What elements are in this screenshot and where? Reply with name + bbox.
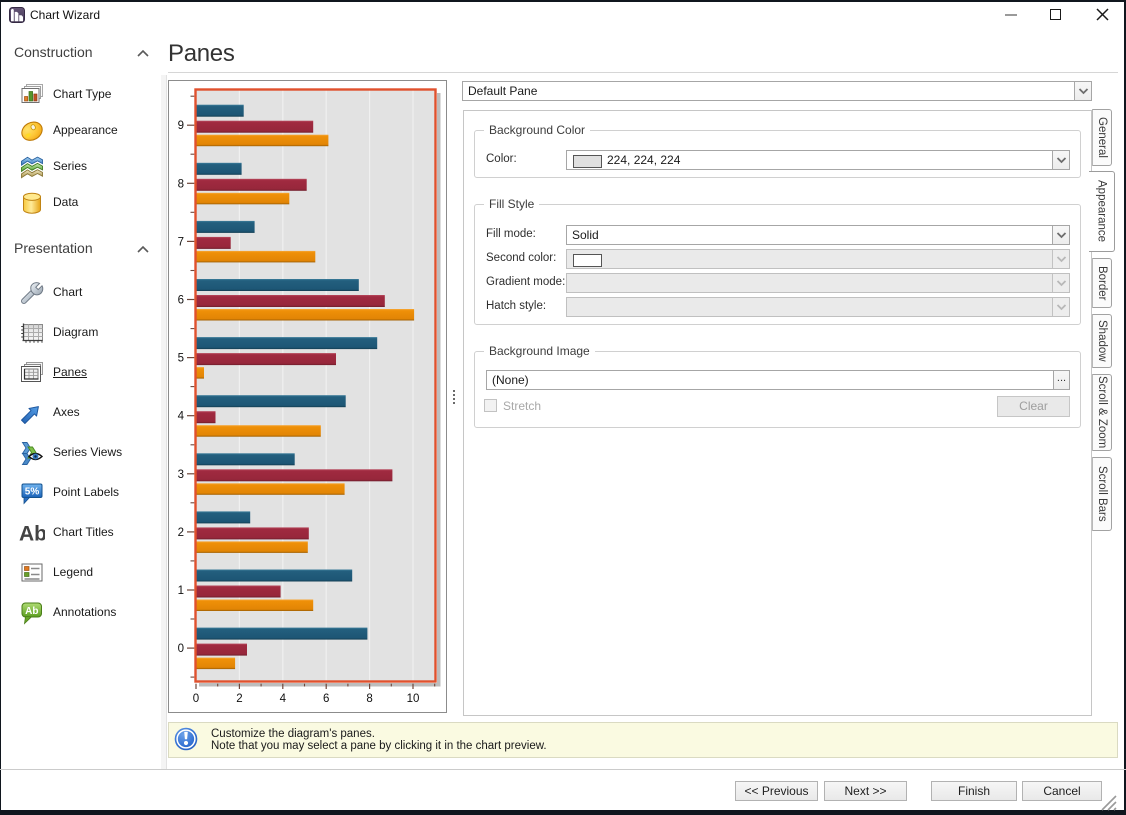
svg-text:1: 1 bbox=[178, 585, 184, 597]
svg-text:2: 2 bbox=[236, 693, 242, 705]
svg-text:0: 0 bbox=[178, 643, 184, 655]
svg-text:2: 2 bbox=[178, 527, 184, 539]
svg-text:8: 8 bbox=[178, 178, 184, 190]
svg-text:6: 6 bbox=[323, 693, 329, 705]
svg-text:Ab: Ab bbox=[25, 606, 38, 617]
svg-text:3: 3 bbox=[178, 469, 184, 481]
svg-text:4: 4 bbox=[280, 693, 287, 705]
svg-text:5%: 5% bbox=[25, 487, 40, 498]
svg-text:6: 6 bbox=[178, 295, 184, 307]
svg-text:8: 8 bbox=[366, 693, 372, 705]
svg-text:0: 0 bbox=[193, 693, 199, 705]
svg-text:4: 4 bbox=[178, 411, 185, 423]
svg-text:5: 5 bbox=[178, 353, 184, 365]
svg-text:Ab: Ab bbox=[19, 523, 45, 546]
svg-text:7: 7 bbox=[178, 236, 184, 248]
svg-text:10: 10 bbox=[407, 693, 420, 705]
svg-text:9: 9 bbox=[178, 120, 184, 132]
